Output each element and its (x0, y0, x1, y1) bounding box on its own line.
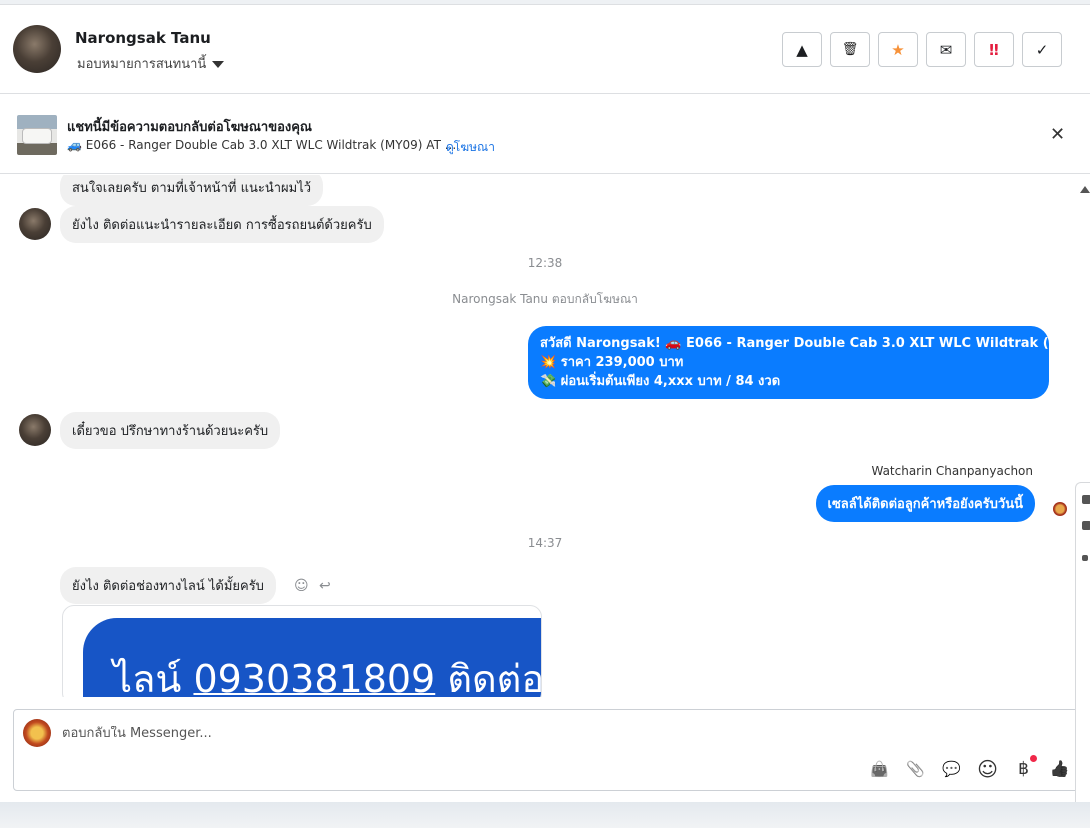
delete-button[interactable]: 🗑 (830, 32, 870, 67)
incoming-message[interactable]: เดี๋ยวขอ ปรึกษาทางร้านด้วยนะครับ (60, 412, 281, 449)
contact-avatar[interactable] (13, 25, 61, 73)
side-panel-icon[interactable] (1082, 555, 1088, 561)
message-line: 💸 ผ่อนเริ่มต้นเพียง 4,xxx บาท / 84 งวด (540, 374, 781, 389)
payment-baht-icon[interactable]: ฿ (1013, 755, 1037, 779)
message-line: สวัสดี Narongsak! 🚗 E066 - Ranger Double… (540, 336, 1076, 351)
notification-dot (1030, 755, 1037, 762)
side-panel-collapsed[interactable] (1075, 482, 1090, 815)
sender-name: Watcharin Chanpanyachon (871, 464, 1033, 478)
incoming-message[interactable]: ยังไง ติดต่อแนะนำรายละเอียด การซื้อรถยนต… (60, 206, 384, 243)
contact-avatar-small (19, 208, 51, 240)
composer-tools: 👜 📎 💬 ☺ ฿ 👍 (869, 755, 1070, 781)
timestamp: 14:37 (527, 536, 563, 550)
double-exclamation-icon: ‼ (989, 40, 999, 59)
outgoing-message[interactable]: เซลล์ได้ติดต่อลูกค้าหรือยังครับวันนี้ (815, 485, 1035, 522)
image-content: ไลน์ 0930381809 ติดต่อ ช (83, 618, 542, 697)
timestamp: 12:38 (527, 256, 563, 270)
incoming-message[interactable]: สนใจเลยครับ ตามที่เจ้าหน้าที่ แนะนำผมไว้ (60, 175, 324, 206)
saved-reply-icon[interactable]: 💬 (941, 758, 962, 779)
contact-name[interactable]: Narongsak Tanu (75, 29, 211, 47)
mark-unread-button[interactable]: ✉ (926, 32, 966, 67)
mark-done-button[interactable]: ✓ (1022, 32, 1062, 67)
reply-input[interactable] (62, 726, 762, 741)
bag-icon[interactable]: 👜 (869, 758, 890, 779)
follow-up-button[interactable]: ‼ (974, 32, 1014, 67)
assign-conversation-dropdown[interactable]: มอบหมายการสนทนานี้ (77, 53, 225, 74)
header-actions: ▲ 🗑 ★ ✉ ‼ ✓ (782, 32, 1062, 67)
envelope-open-icon: ✉ (939, 40, 953, 59)
read-receipt-avatar (1053, 502, 1067, 516)
report-spam-button[interactable]: ▲ (782, 32, 822, 67)
paperclip-icon[interactable]: 📎 (905, 758, 926, 779)
ad-reply-banner: แชทนี้มีข้อความตอบกลับต่อโฆษณาของคุณ 🚙 E… (0, 94, 1090, 174)
assign-label: มอบหมายการสนทนานี้ (77, 57, 207, 72)
close-banner-icon[interactable]: ✕ (1050, 124, 1065, 145)
star-button[interactable]: ★ (878, 32, 918, 67)
message-thread: สนใจเลยครับ ตามที่เจ้าหน้าที่ แนะนำผมไว้… (0, 175, 1076, 697)
message-composer: 👜 📎 💬 ☺ ฿ 👍 (13, 709, 1079, 791)
image-text: ไลน์ 0930381809 ติดต่อ ช (113, 657, 542, 697)
conversation-header: Narongsak Tanu มอบหมายการสนทนานี้ ▲ 🗑 ★ … (0, 5, 1090, 94)
reply-icon[interactable]: ↩ (319, 578, 331, 594)
ad-name: 🚙 E066 - Ranger Double Cab 3.0 XLT WLC W… (67, 138, 457, 152)
star-icon: ★ (891, 40, 905, 59)
outgoing-message[interactable]: สวัสดี Narongsak! 🚗 E066 - Ranger Double… (528, 326, 1076, 399)
trash-icon: 🗑 (841, 42, 859, 57)
incoming-message[interactable]: ยังไง ติดต่อช่องทางไลน์ ได้มั้ยครับ (60, 567, 276, 604)
thumbs-up-icon[interactable]: 👍 (1049, 758, 1070, 779)
caret-down-icon (212, 61, 225, 68)
emoji-icon[interactable]: ☺ (977, 757, 998, 781)
contact-avatar-small (19, 414, 51, 446)
page-avatar (23, 719, 51, 747)
view-ad-link[interactable]: ดูโฆษณา (446, 138, 495, 157)
side-panel-icon[interactable] (1082, 521, 1090, 530)
check-icon: ✓ (1035, 40, 1049, 59)
side-panel-icon[interactable] (1082, 495, 1090, 504)
message-line: 💥 ราคา 239,000 บาท (540, 355, 684, 370)
ad-banner-title: แชทนี้มีข้อความตอบกลับต่อโฆษณาของคุณ (67, 120, 312, 135)
react-icon[interactable]: ☺ (294, 578, 309, 594)
ad-thumbnail[interactable] (17, 115, 57, 155)
inbox-conversation-pane: Narongsak Tanu มอบหมายการสนทนานี้ ▲ 🗑 ★ … (0, 4, 1090, 802)
warning-icon: ▲ (796, 40, 808, 59)
ad-reply-note: Narongsak Tanu ตอบกลับโฆษณา (452, 292, 638, 306)
window-bottom-strip (0, 802, 1090, 828)
scroll-up-arrow-icon[interactable] (1080, 186, 1090, 193)
image-attachment[interactable]: ไลน์ 0930381809 ติดต่อ ช (62, 605, 542, 697)
